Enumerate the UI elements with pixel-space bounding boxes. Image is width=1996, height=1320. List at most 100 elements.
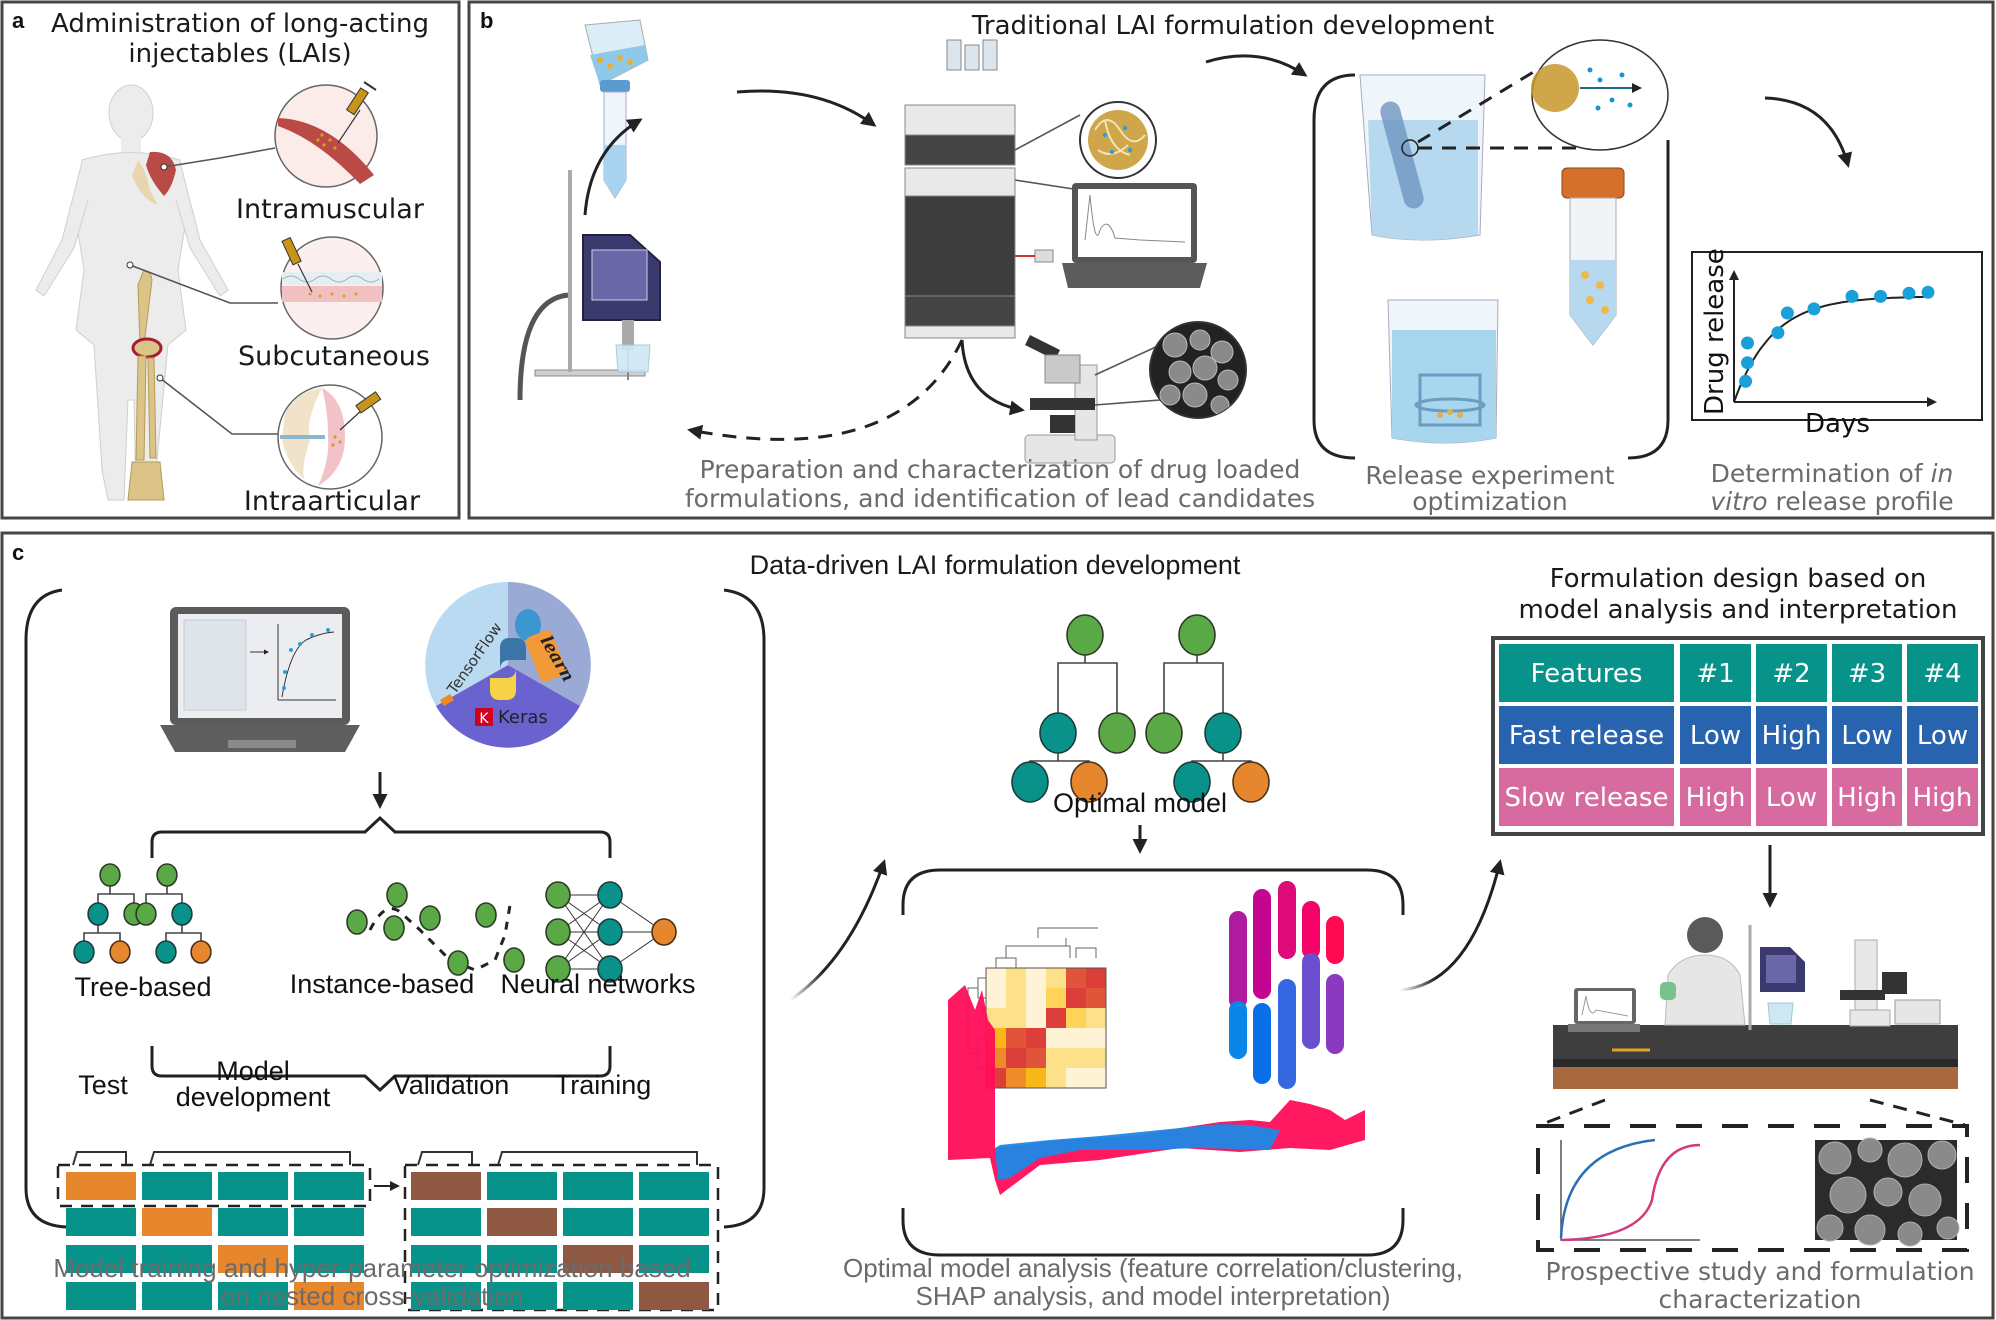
nn-hidden-node (597, 918, 623, 946)
instance-node (383, 915, 405, 941)
caption-training-line2: on nested cross-validation (221, 1281, 523, 1311)
caption-profile-text-2: release profile (1768, 487, 1954, 516)
cv-train-fold (563, 1208, 633, 1236)
heatmap-cell (1086, 988, 1106, 1008)
heatmap-cell (1046, 1068, 1066, 1088)
heatmap-cell (1066, 968, 1086, 988)
table-header-row-label: Features (1531, 659, 1643, 689)
keras-label: Keras (498, 707, 548, 728)
data-laptop-icon (160, 607, 360, 752)
caption-profile-text: Determination of (1711, 459, 1931, 488)
heatmap-cell (986, 968, 1006, 988)
cv-validation-fold (411, 1172, 481, 1200)
data-point (1741, 336, 1754, 350)
heatmap-cell (1066, 1068, 1086, 1088)
caption-prospective-line2: characterization (1659, 1285, 1862, 1314)
caption-profile-italic: in (1931, 459, 1954, 488)
tree-node (1039, 712, 1077, 754)
table-cell-value: High (1913, 783, 1973, 813)
panel-a: a Administration of long-acting injectab… (0, 0, 461, 520)
data-point (1874, 289, 1887, 303)
table-cell-value: High (1686, 783, 1746, 813)
heatmap-cell (1046, 1008, 1066, 1028)
table-cell-value: Low (1690, 721, 1741, 751)
heatmap-cell (1026, 1068, 1046, 1088)
tree-node (1204, 712, 1242, 754)
tree-node (190, 940, 212, 964)
instance-node (419, 905, 441, 931)
cv-train-fold (142, 1282, 212, 1310)
cv-test-fold (66, 1172, 136, 1200)
table-cell-value: Low (1841, 721, 1892, 751)
caption-profile-italic-2: vitro (1710, 487, 1767, 516)
model-type-instance: Instance-based (290, 969, 475, 999)
heatmap-cell (986, 988, 1006, 1008)
heatmap-cell (1026, 1028, 1046, 1048)
cv-train-fold (142, 1172, 212, 1200)
cv-train-fold (66, 1282, 136, 1310)
intraarticular-illustration (277, 384, 383, 490)
panel-c-label: c (12, 540, 24, 565)
panel-b: b Traditional LAI formulation developmen… (467, 0, 1995, 520)
site-marker-shoulder (160, 163, 168, 171)
tree-node (1066, 614, 1104, 656)
dissolution-beaker-icon (1387, 299, 1499, 444)
site-marker-abdomen (126, 261, 134, 269)
cv-label-validation: Validation (393, 1070, 510, 1100)
sem-micrograph-icon (1149, 321, 1247, 419)
cv-label-test: Test (78, 1070, 128, 1100)
cv-train-fold (639, 1208, 709, 1236)
table-cell-value: High (1837, 783, 1897, 813)
data-point (1771, 326, 1785, 340)
heatmap-cell (1006, 1008, 1026, 1028)
tree-node (1145, 712, 1183, 754)
tree-node (87, 902, 109, 926)
panel-c: c Data-driven LAI formulation developmen… (0, 531, 1995, 1320)
cv-test-fold (142, 1208, 212, 1236)
cv-train-fold (639, 1172, 709, 1200)
model-type-neural: Neural networks (500, 969, 695, 999)
panel-a-frame (0, 0, 461, 520)
heatmap-cell (1066, 1028, 1086, 1048)
panel-b-label: b (480, 8, 493, 33)
heatmap-cell (1046, 968, 1066, 988)
heatmap-cell (1006, 1048, 1026, 1068)
tree-node (155, 940, 177, 964)
route-label-subcutaneous: Subcutaneous (238, 341, 430, 372)
tree-node (109, 940, 131, 964)
polymer-particle-icon (1079, 101, 1157, 179)
data-point (1845, 289, 1859, 303)
heatmap-cell (1046, 1028, 1066, 1048)
heatmap-cell (1046, 1048, 1066, 1068)
heatmap-cell (1026, 1008, 1046, 1028)
heatmap-cell (1006, 988, 1026, 1008)
tree-node (156, 863, 178, 887)
caption-profile-line1: Determination of in (1711, 459, 1954, 488)
design-title-line1: Formulation design based on (1550, 564, 1927, 594)
cv-validation-fold (487, 1208, 557, 1236)
heatmap-cell (1006, 968, 1026, 988)
subcutaneous-illustration (280, 236, 384, 340)
nn-input-node (545, 881, 571, 909)
caption-analysis-line1: Optimal model analysis (feature correlat… (843, 1253, 1463, 1283)
panel-a-label: a (12, 8, 25, 33)
table-row-slow-release-label: Slow release (1505, 783, 1669, 813)
panel-c-title: Data-driven LAI formulation development (750, 550, 1241, 580)
data-point (1780, 306, 1794, 320)
table-cell-value: #1 (1696, 659, 1734, 689)
data-point (1739, 374, 1753, 388)
tree-node (1178, 614, 1216, 656)
cv-train-fold (411, 1208, 481, 1236)
heatmap-cell (1026, 1048, 1046, 1068)
cv-label-training: Training (555, 1070, 652, 1100)
caption-profile-line2: vitro release profile (1710, 487, 1953, 516)
tree-node (171, 902, 193, 926)
tree-node (1011, 761, 1049, 803)
heatmap-cell (1086, 968, 1106, 988)
caption-preparation-line2: formulations, and identification of lead… (685, 484, 1315, 513)
tree-node (1232, 761, 1270, 803)
data-point (1921, 285, 1935, 299)
dialysis-beaker-icon (1359, 74, 1486, 241)
optimal-model-label: Optimal model (1053, 788, 1227, 818)
instance-node (475, 902, 497, 928)
